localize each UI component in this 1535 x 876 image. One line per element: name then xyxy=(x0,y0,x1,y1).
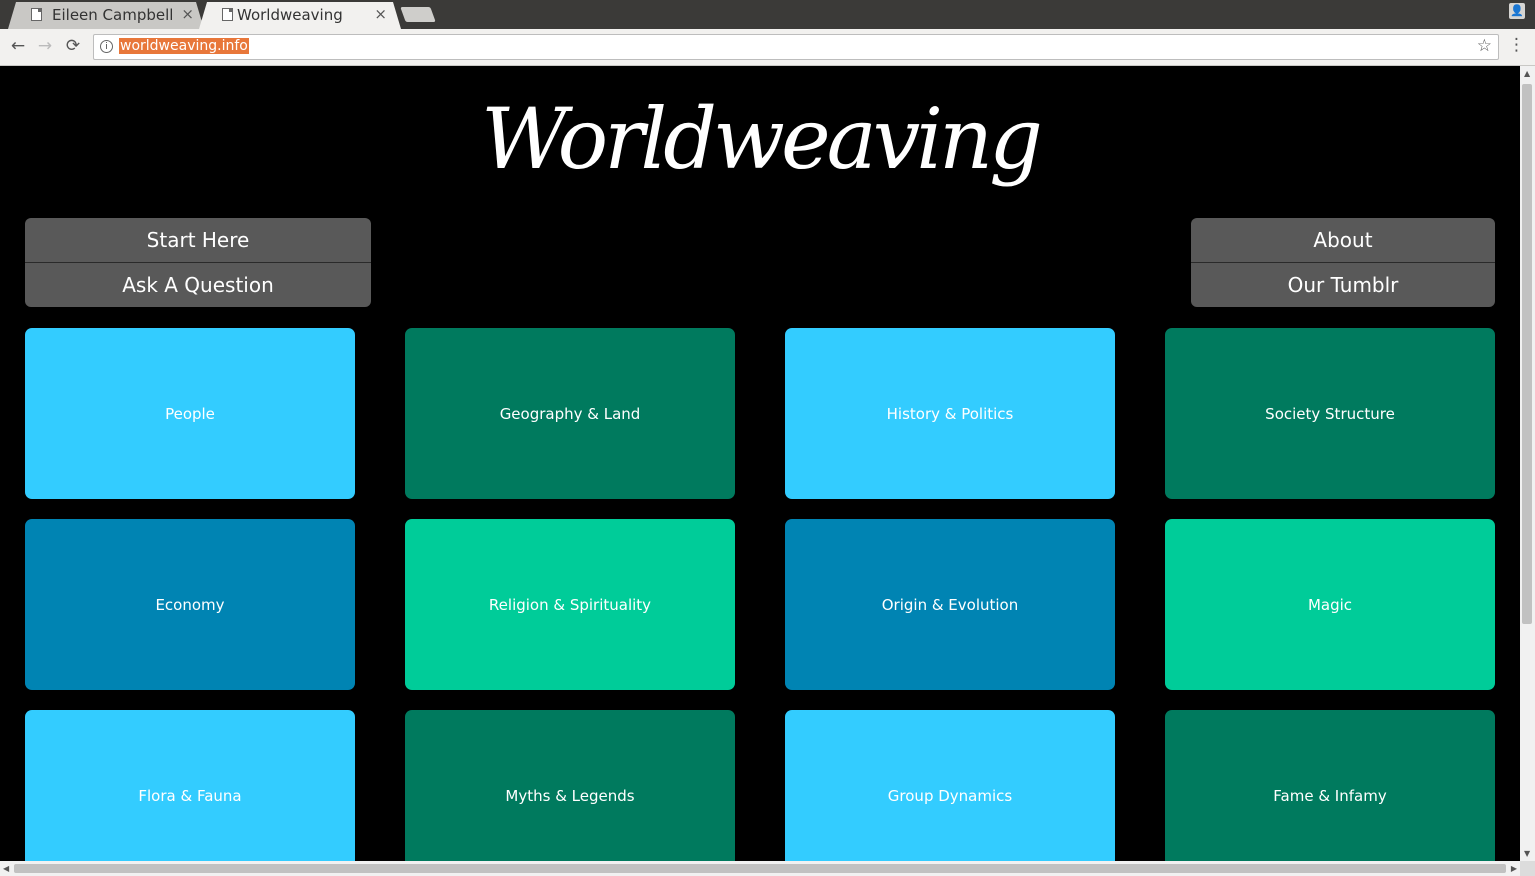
horizontal-scrollbar[interactable]: ◀ ▶ xyxy=(0,861,1520,876)
scroll-left-icon[interactable]: ◀ xyxy=(3,864,9,873)
browser-toolbar: ← → ⟳ i worldweaving.info ☆ ⋮ xyxy=(0,29,1535,66)
vertical-scrollbar[interactable]: ▲ ▼ xyxy=(1520,66,1535,861)
tile-geography-land[interactable]: Geography & Land xyxy=(405,328,735,499)
tile-flora-fauna[interactable]: Flora & Fauna xyxy=(25,710,355,861)
tile-people[interactable]: People xyxy=(25,328,355,499)
tile-fame-infamy[interactable]: Fame & Infamy xyxy=(1165,710,1495,861)
tile-origin-evolution[interactable]: Origin & Evolution xyxy=(785,519,1115,690)
document-icon xyxy=(222,8,233,21)
ask-a-question-link[interactable]: Ask A Question xyxy=(25,262,371,307)
document-icon xyxy=(31,8,42,21)
tile-group-dynamics[interactable]: Group Dynamics xyxy=(785,710,1115,861)
reload-icon[interactable]: ⟳ xyxy=(62,35,84,57)
about-link[interactable]: About xyxy=(1191,218,1495,262)
address-bar[interactable]: i worldweaving.info ☆ xyxy=(93,34,1499,60)
scroll-up-icon[interactable]: ▲ xyxy=(1524,69,1530,78)
page-viewport: Worldweaving Start Here Ask A Question A… xyxy=(0,66,1520,861)
url-text[interactable]: worldweaving.info xyxy=(119,38,249,54)
info-icon[interactable]: i xyxy=(100,40,113,53)
tile-religion-spirituality[interactable]: Religion & Spirituality xyxy=(405,519,735,690)
tab-worldweaving[interactable]: Worldweaving × xyxy=(199,2,401,29)
browser-menu-icon[interactable]: ⋮ xyxy=(1508,35,1525,55)
menu-right: About Our Tumblr xyxy=(1191,218,1495,307)
scroll-right-icon[interactable]: ▶ xyxy=(1511,864,1517,873)
tile-economy[interactable]: Economy xyxy=(25,519,355,690)
scroll-down-icon[interactable]: ▼ xyxy=(1524,849,1530,858)
bookmark-star-icon[interactable]: ☆ xyxy=(1477,36,1492,56)
our-tumblr-link[interactable]: Our Tumblr xyxy=(1191,262,1495,307)
profile-icon[interactable]: 👤 xyxy=(1509,3,1525,19)
horizontal-scroll-thumb[interactable] xyxy=(14,864,1506,873)
tile-society-structure[interactable]: Society Structure xyxy=(1165,328,1495,499)
tab-title: Eileen Campbell xyxy=(52,6,174,24)
back-icon[interactable]: ← xyxy=(7,35,29,57)
tab-eileen-campbell[interactable]: Eileen Campbell × xyxy=(8,2,204,29)
tile-history-politics[interactable]: History & Politics xyxy=(785,328,1115,499)
vertical-scroll-thumb[interactable] xyxy=(1522,84,1532,624)
start-here-link[interactable]: Start Here xyxy=(25,218,371,262)
new-tab-button[interactable] xyxy=(400,7,436,22)
close-icon[interactable]: × xyxy=(374,5,387,23)
tab-strip: Eileen Campbell × Worldweaving × 👤 xyxy=(0,0,1535,29)
tab-title: Worldweaving xyxy=(237,6,343,24)
close-icon[interactable]: × xyxy=(181,5,194,23)
forward-icon[interactable]: → xyxy=(34,35,56,57)
tile-myths-legends[interactable]: Myths & Legends xyxy=(405,710,735,861)
site-logo[interactable]: Worldweaving xyxy=(0,84,1520,194)
menu-left: Start Here Ask A Question xyxy=(25,218,371,307)
scrollbar-corner xyxy=(1520,861,1535,876)
tile-magic[interactable]: Magic xyxy=(1165,519,1495,690)
